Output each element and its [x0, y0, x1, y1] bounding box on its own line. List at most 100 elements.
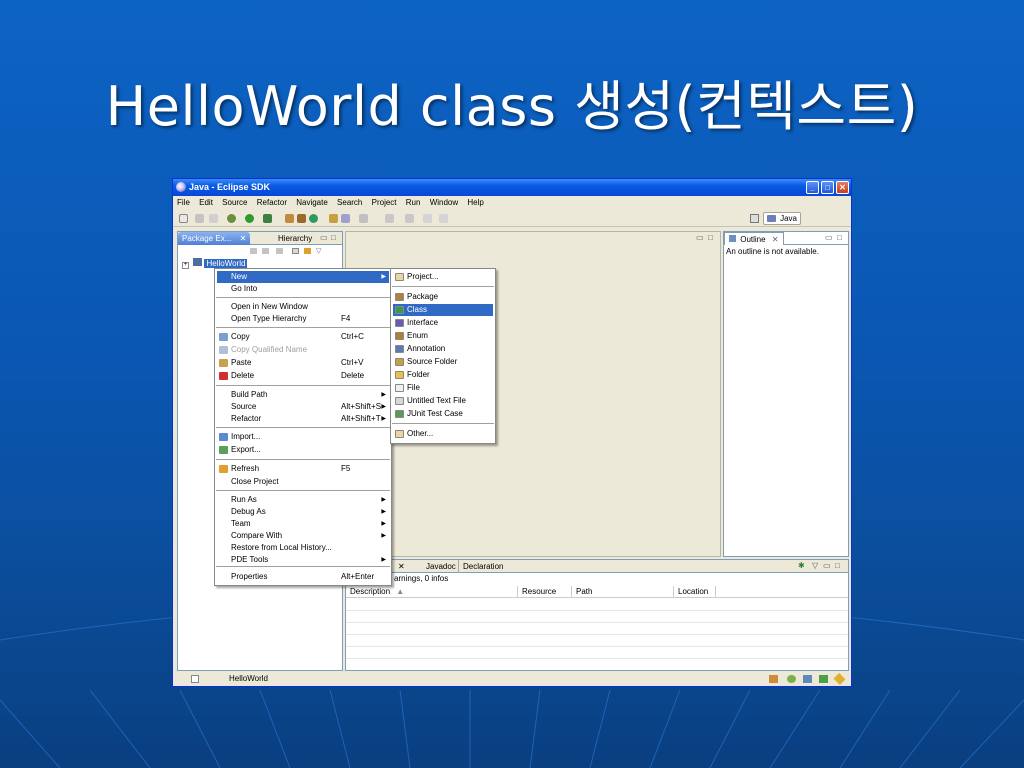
fast-view-icon[interactable]	[191, 675, 199, 683]
new-item-folder[interactable]: Folder	[393, 369, 493, 381]
new-item-other[interactable]: Other...	[393, 428, 493, 440]
forward-nav-icon[interactable]	[262, 248, 269, 254]
menu-item-copy[interactable]: Copy Ctrl+C	[217, 331, 389, 343]
menu-source[interactable]: Source	[222, 198, 247, 207]
col-resource[interactable]: Resource	[518, 586, 572, 598]
minimize-button[interactable]: _	[806, 181, 819, 194]
annotation-nav-icon[interactable]	[359, 214, 368, 223]
menu-item-delete[interactable]: Delete Delete	[217, 370, 389, 382]
col-location[interactable]: Location	[674, 586, 716, 598]
menu-window[interactable]: Window	[430, 198, 458, 207]
external-tools-icon[interactable]	[263, 214, 272, 223]
status-icon-1[interactable]	[769, 675, 778, 683]
status-icon-4[interactable]	[819, 675, 828, 683]
link-editor-icon[interactable]	[304, 248, 311, 254]
window-titlebar[interactable]: Java - Eclipse SDK _ □ ✕	[173, 179, 851, 196]
close-button[interactable]: ✕	[836, 181, 849, 194]
menu-item-open-type-hierarchy[interactable]: Open Type Hierarchy F4	[217, 313, 389, 325]
search-icon[interactable]	[341, 214, 350, 223]
new-item-interface[interactable]: Interface	[393, 317, 493, 329]
open-perspective-icon[interactable]	[750, 214, 759, 223]
menu-item-build-path[interactable]: Build Path ▶	[217, 389, 389, 401]
new-icon[interactable]	[179, 214, 188, 223]
menu-search[interactable]: Search	[337, 198, 362, 207]
minimize-outline-icon[interactable]: ▭	[825, 233, 833, 242]
new-item-file[interactable]: File	[393, 382, 493, 394]
debug-icon[interactable]	[227, 214, 236, 223]
view-menu-icon[interactable]: ▽	[316, 247, 321, 255]
view-menu-icon[interactable]: ▽	[812, 561, 818, 570]
maximize-editor-icon[interactable]: □	[708, 233, 713, 242]
menu-item-open-in-new-window[interactable]: Open in New Window	[217, 301, 389, 313]
new-item-annotation[interactable]: Annotation	[393, 343, 493, 355]
menu-edit[interactable]: Edit	[199, 198, 213, 207]
new-item-project[interactable]: Project...	[393, 271, 493, 283]
next-annotation-icon[interactable]	[385, 214, 394, 223]
menu-item-run-as[interactable]: Run As ▶	[217, 494, 389, 506]
status-icon-5[interactable]	[833, 672, 846, 686]
status-icon-2[interactable]	[787, 675, 796, 683]
new-item-enum[interactable]: Enum	[393, 330, 493, 342]
back-nav-icon[interactable]	[250, 248, 257, 254]
menu-item-new[interactable]: New ▶	[217, 271, 389, 283]
new-package-icon[interactable]	[297, 214, 306, 223]
close-problems-icon[interactable]: ✕	[394, 560, 409, 573]
menu-item-copy-qualified-name[interactable]: Copy Qualified Name	[217, 344, 389, 356]
status-icon-3[interactable]	[803, 675, 812, 683]
close-icon[interactable]: ✕	[240, 234, 247, 243]
collapse-all-icon[interactable]	[292, 248, 299, 254]
new-item-untitled-text-file[interactable]: Untitled Text File	[393, 395, 493, 407]
java-perspective-button[interactable]: Java	[763, 212, 801, 225]
menu-item-go-into[interactable]: Go Into	[217, 283, 389, 295]
menu-project[interactable]: Project	[372, 198, 397, 207]
menu-item-team[interactable]: Team ▶	[217, 518, 389, 530]
menu-navigate[interactable]: Navigate	[296, 198, 328, 207]
menu-item-compare-with[interactable]: Compare With ▶	[217, 530, 389, 542]
menu-item-refactor[interactable]: Refactor Alt+Shift+T ▶	[217, 413, 389, 425]
up-nav-icon[interactable]	[276, 248, 283, 254]
minimize-editor-icon[interactable]: ▭	[696, 233, 704, 242]
menu-help[interactable]: Help	[467, 198, 483, 207]
minimize-problems-icon[interactable]: ▭	[823, 561, 831, 570]
menu-item-source[interactable]: Source Alt+Shift+S ▶	[217, 401, 389, 413]
filter-icon[interactable]: ✱	[798, 561, 805, 570]
new-item-junit-test-case[interactable]: JUnit Test Case	[393, 408, 493, 420]
prev-annotation-icon[interactable]	[405, 214, 414, 223]
tab-outline[interactable]: Outline ✕	[724, 232, 784, 245]
col-path[interactable]: Path	[572, 586, 674, 598]
back-icon[interactable]	[423, 214, 432, 223]
menu-item-import[interactable]: Import...	[217, 431, 389, 443]
menu-item-pde-tools[interactable]: PDE Tools ▶	[217, 554, 389, 566]
maximize-outline-icon[interactable]: □	[837, 233, 842, 242]
print-icon[interactable]	[209, 214, 218, 223]
save-icon[interactable]	[195, 214, 204, 223]
menu-run[interactable]: Run	[406, 198, 421, 207]
close-outline-icon[interactable]: ✕	[772, 235, 779, 244]
new-item-source-folder[interactable]: Source Folder	[393, 356, 493, 368]
menu-item-debug-as[interactable]: Debug As ▶	[217, 506, 389, 518]
menu-item-paste[interactable]: Paste Ctrl+V	[217, 357, 389, 369]
new-item-class[interactable]: Class	[393, 304, 493, 316]
col-description[interactable]: Description ▲	[346, 586, 518, 598]
maximize-button[interactable]: □	[821, 181, 834, 194]
menu-item-restore-from-local-history[interactable]: Restore from Local History...	[217, 542, 389, 554]
tab-javadoc[interactable]: Javadoc	[422, 560, 460, 573]
new-class-icon[interactable]	[309, 214, 318, 223]
maximize-view-icon[interactable]: □	[331, 233, 336, 242]
menu-refactor[interactable]: Refactor	[257, 198, 287, 207]
forward-icon[interactable]	[439, 214, 448, 223]
tab-declaration[interactable]: Declaration	[458, 560, 507, 573]
new-item-package[interactable]: Package	[393, 291, 493, 303]
run-icon[interactable]	[245, 214, 254, 223]
new-java-project-icon[interactable]	[285, 214, 294, 223]
menu-item-export[interactable]: Export...	[217, 444, 389, 456]
maximize-problems-icon[interactable]: □	[835, 561, 840, 570]
menu-item-refresh[interactable]: Refresh F5	[217, 463, 389, 475]
tab-package-explorer[interactable]: Package Ex... ✕	[178, 232, 251, 245]
menu-item-properties[interactable]: Properties Alt+Enter	[217, 571, 389, 583]
minimize-view-icon[interactable]: ▭	[320, 233, 328, 242]
open-type-icon[interactable]	[329, 214, 338, 223]
tab-hierarchy[interactable]: Hierarchy	[274, 232, 316, 245]
menu-item-close-project[interactable]: Close Project	[217, 476, 389, 488]
menu-file[interactable]: File	[177, 198, 190, 207]
